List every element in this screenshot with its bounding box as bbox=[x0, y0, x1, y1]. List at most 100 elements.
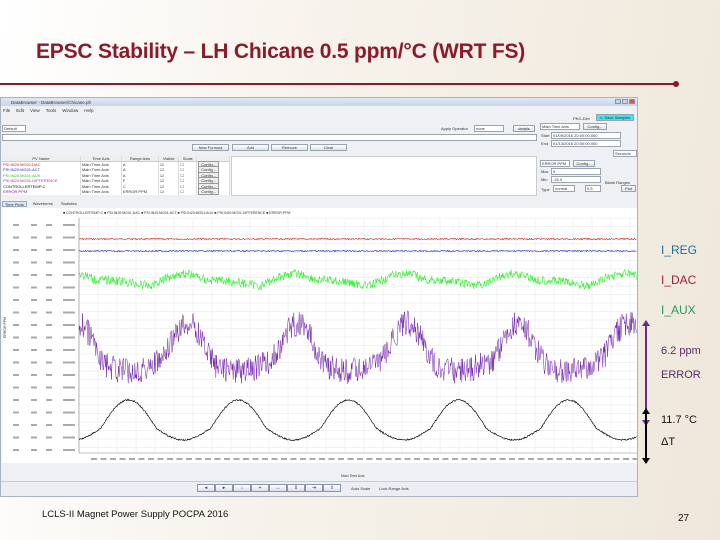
y-tick-label bbox=[31, 286, 37, 289]
window-title: DataBrowser - DataBrowser/Chicane.plt bbox=[11, 99, 91, 105]
plot-button[interactable]: Plot bbox=[621, 185, 636, 192]
y-tick-label bbox=[13, 299, 19, 301]
x-tick-label bbox=[509, 458, 515, 460]
max-field[interactable]: 5 bbox=[551, 168, 601, 175]
y-tick-label bbox=[46, 324, 52, 326]
y-tick-label bbox=[46, 261, 52, 264]
preset-select[interactable]: Default bbox=[2, 125, 26, 132]
maximize-button[interactable] bbox=[622, 99, 628, 104]
x-tick-label bbox=[547, 458, 553, 460]
y-tick-label bbox=[31, 349, 37, 351]
axis-select[interactable]: ERROR:PPM bbox=[540, 160, 570, 167]
y-tick-label bbox=[46, 399, 52, 401]
y-tick-label bbox=[63, 224, 75, 226]
visible-checkbox[interactable]: ☑ bbox=[158, 189, 180, 195]
x-tick-label bbox=[100, 458, 107, 460]
y-tick-label bbox=[31, 424, 37, 426]
x-tick-label bbox=[357, 458, 363, 460]
y-tick-label bbox=[46, 374, 52, 376]
y-tick-label bbox=[13, 249, 19, 251]
y-tick-label bbox=[31, 274, 37, 276]
time-config-button[interactable]: Config... bbox=[583, 123, 607, 130]
min-field[interactable]: -15.0 bbox=[551, 176, 601, 183]
seconds-select[interactable]: Seconds bbox=[613, 150, 637, 157]
y-tick-label bbox=[46, 411, 52, 414]
width-select[interactable]: 0.5 bbox=[585, 185, 601, 192]
menu-window[interactable]: Window bbox=[62, 108, 78, 113]
y-tick-label bbox=[13, 436, 19, 439]
formula-input[interactable] bbox=[2, 134, 537, 141]
details-button[interactable]: details bbox=[513, 125, 535, 132]
y-tick-label bbox=[13, 411, 19, 414]
save-samples-button[interactable]: <- Save Samples bbox=[596, 114, 634, 121]
clear-button[interactable]: Clear bbox=[310, 144, 347, 151]
y-tick-label bbox=[63, 424, 75, 426]
y-tick-label bbox=[63, 336, 75, 339]
x-tick-label bbox=[490, 458, 496, 460]
zoom-x-button[interactable]: ↔ bbox=[269, 484, 287, 492]
add-button[interactable]: Add bbox=[232, 144, 269, 151]
pv-time-axis[interactable]: Main Time Axis bbox=[80, 189, 122, 195]
tab-statistics[interactable]: Statistics bbox=[59, 201, 79, 207]
x-tick-label bbox=[566, 458, 572, 460]
new-formula-button[interactable]: New Formula bbox=[192, 144, 229, 151]
stagger-button[interactable]: ↕ bbox=[233, 484, 251, 492]
operator-select[interactable]: none bbox=[474, 125, 504, 132]
lock-scale-checkbox[interactable]: Lock Range Axis bbox=[379, 486, 409, 491]
end-time-field[interactable]: 01/13/2016 20:00:00.000 bbox=[551, 140, 621, 147]
x-tick-label bbox=[319, 458, 325, 460]
pv-name[interactable]: ERROR:PPM bbox=[2, 189, 81, 195]
type-select[interactable]: normal bbox=[553, 185, 575, 192]
remove-button[interactable]: Remove bbox=[271, 144, 308, 151]
x-tick-label bbox=[262, 458, 268, 460]
tab-waveforms[interactable]: Waveforms bbox=[31, 201, 55, 207]
time-axis-select[interactable]: Main Time Axis bbox=[540, 123, 580, 130]
x-tick-label bbox=[138, 458, 145, 460]
x-tick-label bbox=[452, 458, 458, 460]
y-tick-label bbox=[13, 236, 19, 239]
pan-button[interactable]: ⇥ bbox=[305, 484, 323, 492]
x-tick-label bbox=[129, 458, 135, 460]
x-tick-label bbox=[110, 458, 116, 460]
x-tick-label bbox=[442, 458, 449, 460]
time-plot bbox=[13, 217, 637, 460]
zoom-in-button[interactable]: + bbox=[251, 484, 269, 492]
x-tick-label bbox=[461, 458, 468, 460]
close-button[interactable] bbox=[629, 99, 635, 104]
pv-range-axis[interactable]: ERROR:PPM bbox=[121, 189, 160, 195]
x-tick-label bbox=[480, 458, 487, 460]
tab-time-plots[interactable]: Time Plots bbox=[2, 201, 27, 207]
scroll-right-button[interactable]: ▸ bbox=[215, 484, 233, 492]
y-tick-label bbox=[63, 311, 75, 314]
pv-table: PV Name Time Axis Range Axis Visible Scale P… bbox=[2, 156, 230, 196]
y-tick-label bbox=[63, 249, 75, 251]
y-tick-label bbox=[31, 386, 37, 389]
menu-help[interactable]: Help bbox=[84, 108, 93, 113]
menu-bar: File Edit View Tools Window Help bbox=[1, 106, 637, 114]
minimize-button[interactable] bbox=[615, 99, 621, 104]
menu-edit[interactable]: Edit bbox=[16, 108, 24, 113]
zoom-y-button[interactable]: ⇕ bbox=[287, 484, 305, 492]
auto-scale-checkbox[interactable]: Auto Scale bbox=[351, 486, 370, 491]
plot-toolbar: ◂ ▸ ↕ + ↔ ⇕ ⇥ ⇳ bbox=[197, 484, 341, 492]
y-tick-label bbox=[13, 224, 19, 226]
x-axis-label: Main Time Axis bbox=[341, 474, 365, 478]
y-tick-label bbox=[31, 236, 37, 239]
fit-button[interactable]: ⇳ bbox=[323, 484, 341, 492]
menu-file[interactable]: File bbox=[3, 108, 10, 113]
scroll-left-button[interactable]: ◂ bbox=[197, 484, 215, 492]
start-time-field[interactable]: 01/09/2016 20:00:00.000 bbox=[551, 132, 621, 139]
menu-view[interactable]: View bbox=[30, 108, 40, 113]
x-tick-label bbox=[404, 458, 411, 460]
y-tick-label bbox=[13, 449, 19, 451]
axis-config-button[interactable]: Config... bbox=[573, 160, 595, 167]
pv-row[interactable]: ERROR:PPM Main Time Axis ERROR:PPM ☑ ☐ Config… bbox=[2, 188, 230, 196]
row-config-button[interactable]: Config... bbox=[198, 188, 220, 196]
x-tick-label bbox=[366, 458, 373, 460]
y-tick-label bbox=[46, 311, 52, 314]
data-browser-window: DataBrowser - DataBrowser/Chicane.plt Fi… bbox=[0, 97, 638, 497]
menu-tools[interactable]: Tools bbox=[46, 108, 57, 113]
scale-checkbox[interactable]: ☐ bbox=[178, 189, 198, 195]
end-label: End bbox=[541, 141, 549, 146]
y-tick-label bbox=[46, 274, 52, 276]
